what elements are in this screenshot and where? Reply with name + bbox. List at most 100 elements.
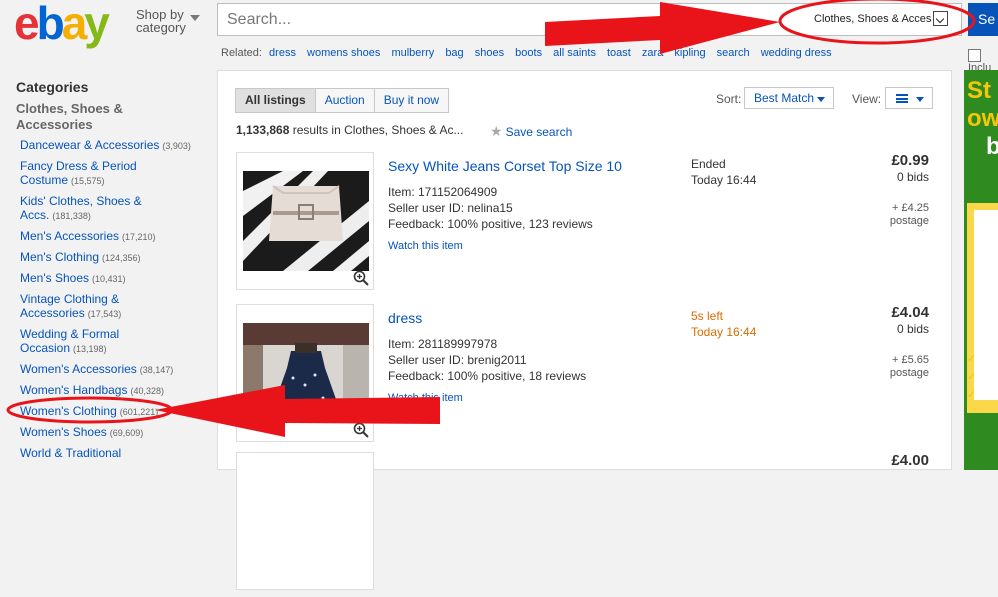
postage-label: postage [889, 215, 929, 227]
related-link[interactable]: kipling [674, 47, 705, 59]
shop-by-category-button[interactable]: Shop by category [136, 8, 200, 35]
search-input[interactable] [218, 4, 787, 35]
related-link[interactable]: zara [642, 47, 663, 59]
zoom-icon[interactable] [353, 422, 369, 438]
ebay-logo[interactable]: ebay [14, 0, 124, 46]
sort-value: Best Match [754, 91, 815, 105]
ad-text: b [986, 133, 998, 160]
tab-all-listings[interactable]: All listings [236, 89, 315, 112]
category-count: (40,328) [130, 386, 164, 396]
listing-details: Item: 281189997978 Seller user ID: breni… [388, 336, 586, 384]
listing-thumbnail[interactable] [236, 152, 374, 290]
related-link[interactable]: all saints [553, 47, 596, 59]
listing-item: Sexy White Jeans Corset Top Size 10 Item… [236, 152, 936, 297]
category-item[interactable]: Men's Shoes (10,431) [20, 271, 210, 286]
check-icon: ✓ [967, 389, 977, 401]
corset-top-image [243, 171, 369, 271]
ad-text: St [967, 77, 991, 104]
zoom-icon[interactable] [353, 270, 369, 286]
category-item[interactable]: Women's Handbags (40,328) [20, 383, 210, 398]
category-item[interactable]: Vintage Clothing & Accessories (17,543) [20, 292, 145, 321]
seller-id: Seller user ID: brenig2011 [388, 353, 527, 367]
advertisement-banner[interactable]: St ow b ✓ 100 ✓ Fre ✓ [964, 70, 998, 470]
listing-title[interactable]: dress [388, 310, 422, 326]
category-item[interactable]: Men's Clothing (124,356) [20, 250, 210, 265]
bid-count: 0 bids [896, 322, 929, 336]
watch-item-link[interactable]: Watch this item [388, 392, 463, 404]
category-count: (10,431) [92, 274, 126, 284]
tab-auction[interactable]: Auction [314, 89, 374, 112]
search-button[interactable]: Se [968, 3, 998, 36]
listing-details: Item: 171152064909 Seller user ID: nelin… [388, 184, 593, 232]
checkbox-icon [968, 49, 981, 62]
sort-label: Sort: [716, 92, 742, 106]
category-count: (38,147) [139, 365, 174, 375]
list-view-icon [896, 94, 908, 103]
category-label: Men's Accessories [20, 229, 119, 243]
category-label: Dancewear & Accessories [20, 138, 160, 152]
listing-type-tabs: All listings Auction Buy it now [235, 88, 450, 113]
dress-image [243, 323, 369, 423]
listing-price: £0.99 [891, 152, 929, 169]
related-link[interactable]: bag [445, 47, 463, 59]
postage-label: postage [889, 367, 929, 379]
item-number: Item: 281189997978 [388, 337, 498, 351]
postage-cost: + £5.65 postage [890, 354, 929, 380]
listing-thumbnail[interactable] [236, 452, 374, 590]
categories-heading: Categories [16, 79, 89, 95]
view-select[interactable] [885, 87, 933, 109]
related-searches: Related: dress womens shoes mulberry bag… [221, 47, 832, 59]
tab-buy-it-now[interactable]: Buy it now [373, 89, 449, 112]
bid-count: 0 bids [896, 170, 929, 184]
shop-by-line2: category [136, 20, 186, 35]
category-label: Men's Shoes [20, 271, 89, 285]
postage-amount: + £4.25 [891, 202, 929, 214]
ad-check: ✓ [967, 388, 979, 401]
category-item[interactable]: Women's Accessories (38,147) [20, 362, 210, 377]
related-link[interactable]: toast [607, 47, 631, 59]
chevron-down-icon [190, 15, 200, 21]
postage-amount: + £5.65 [891, 354, 929, 366]
category-label: Women's Clothing [20, 404, 117, 418]
ad-check: ✓ Fre [967, 370, 996, 383]
category-item[interactable]: Dancewear & Accessories (3,903) [20, 138, 210, 153]
category-count: (69,609) [109, 428, 144, 438]
category-item-womens-clothing[interactable]: Women's Clothing (601,221) [20, 404, 210, 419]
logo-letter-e: e [14, 0, 40, 49]
item-number: Item: 171152064909 [388, 185, 498, 199]
save-search-label: Save search [505, 125, 573, 139]
category-label: Women's Handbags [20, 383, 128, 397]
category-item[interactable]: Women's Shoes (69,609) [20, 425, 210, 440]
related-link[interactable]: search [717, 47, 750, 59]
listing-thumbnail[interactable] [236, 304, 374, 442]
listing-status: Ended Today 16:44 [691, 156, 756, 188]
category-item[interactable]: Wedding & Formal Occasion (13,198) [20, 327, 145, 356]
save-search-link[interactable]: ★ Save search [490, 123, 572, 140]
listing-title[interactable]: Sexy White Jeans Corset Top Size 10 [388, 158, 622, 174]
category-parent: Clothes, Shoes & Accessories [16, 101, 123, 132]
ad-check-text: Fre [979, 371, 997, 383]
related-link[interactable]: dress [269, 47, 296, 59]
related-link[interactable]: womens shoes [307, 47, 380, 59]
listing-item: £4.00 [236, 452, 936, 597]
related-link[interactable]: wedding dress [761, 47, 832, 59]
related-label: Related: [221, 47, 262, 59]
category-item[interactable]: Men's Accessories (17,210) [20, 229, 210, 244]
logo-letter-b: b [36, 0, 65, 49]
related-link[interactable]: boots [515, 47, 542, 59]
logo-letter-a: a [61, 0, 88, 49]
category-count: (181,338) [52, 211, 91, 221]
category-select[interactable]: Clothes, Shoes & Accessories [808, 10, 950, 30]
end-time: Today 16:44 [691, 173, 757, 187]
watch-item-link[interactable]: Watch this item [388, 240, 463, 252]
related-link[interactable]: mulberry [391, 47, 434, 59]
category-item[interactable]: Fancy Dress & Period Costume (15,575) [20, 159, 145, 188]
listing-status: 5s left Today 16:44 [691, 308, 756, 340]
related-link[interactable]: shoes [475, 47, 504, 59]
category-label: Men's Clothing [20, 250, 99, 264]
category-count: (17,210) [122, 232, 156, 242]
category-label: Women's Accessories [20, 362, 137, 376]
sort-select[interactable]: Best Match [744, 87, 834, 109]
logo-letter-y: y [84, 0, 110, 49]
category-item[interactable]: Kids' Clothes, Shoes & Accs. (181,338) [20, 194, 145, 223]
